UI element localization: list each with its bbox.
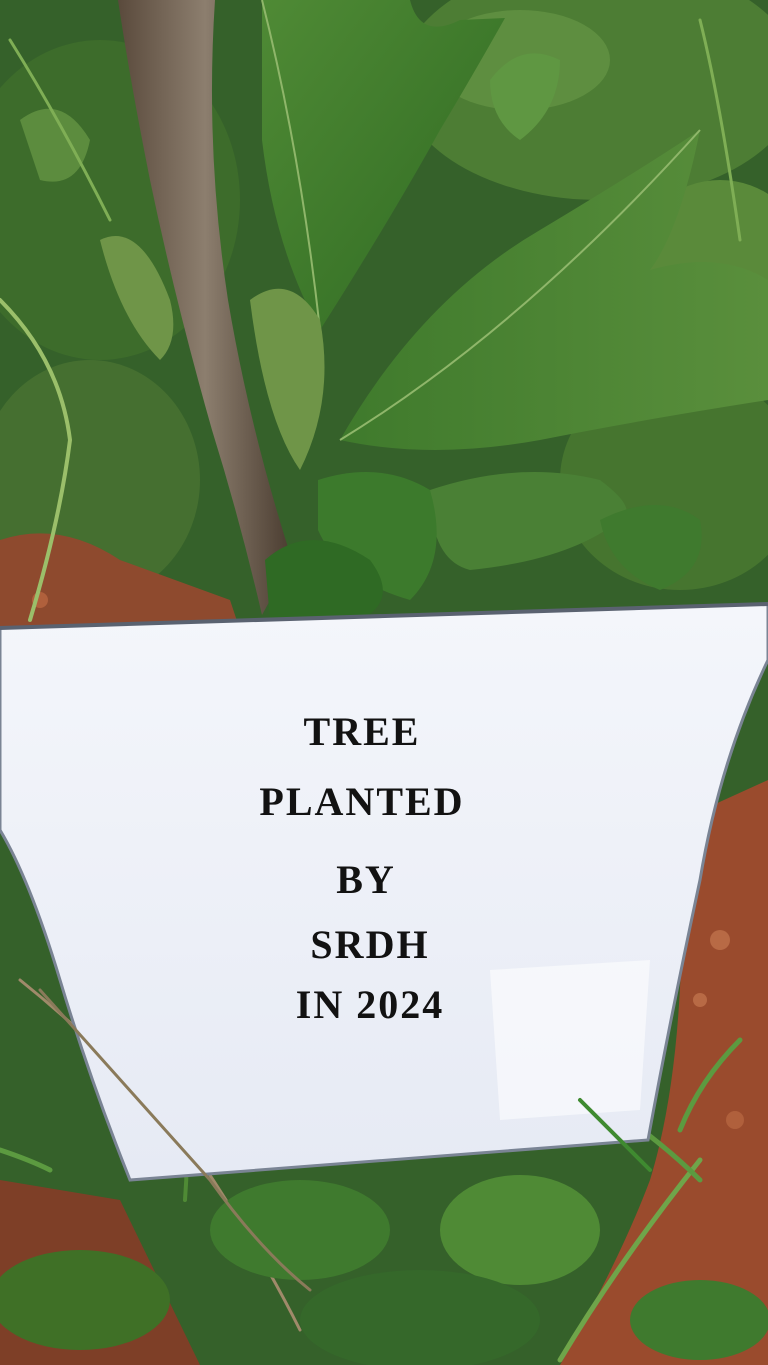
photo-scene: [0, 0, 768, 1365]
sign-board: [0, 602, 768, 1182]
